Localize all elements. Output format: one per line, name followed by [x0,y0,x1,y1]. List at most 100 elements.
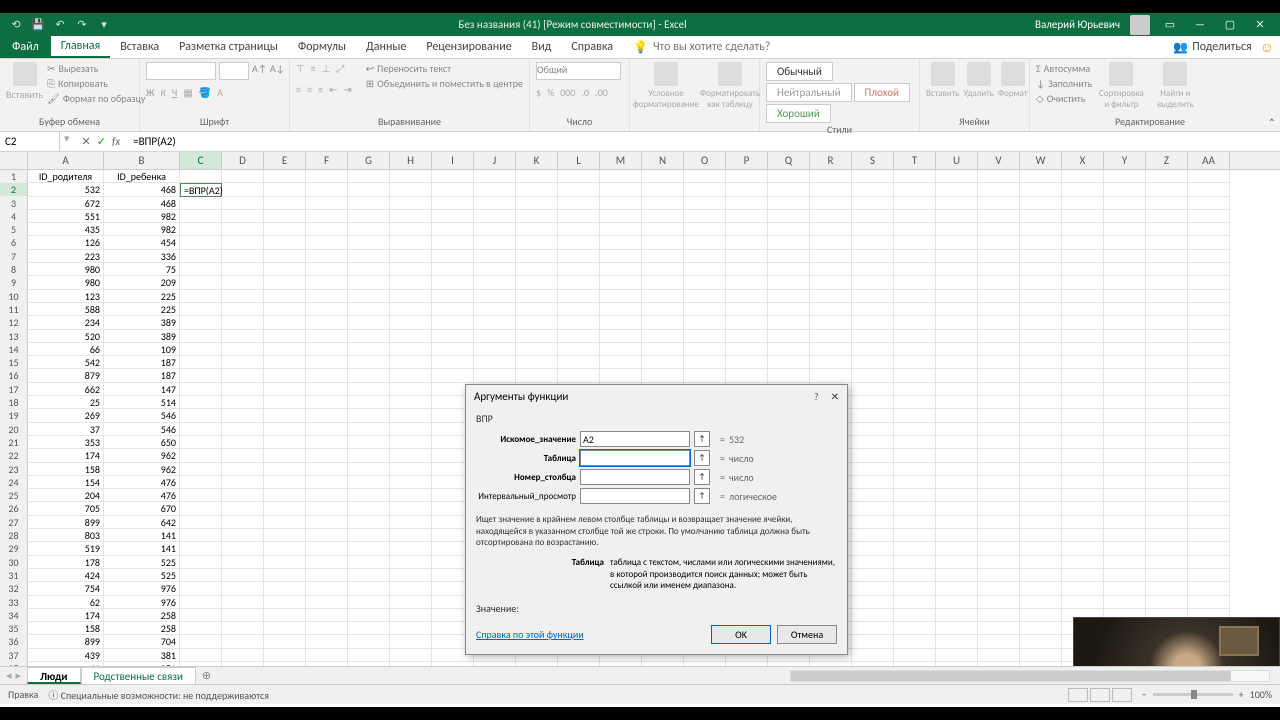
cell-B13[interactable]: 389 [104,330,180,343]
cell-B25[interactable]: 476 [104,489,180,502]
row-header-25[interactable]: 25 [0,489,28,502]
cell-A20[interactable]: 37 [28,423,104,436]
cell-A14[interactable]: 66 [28,343,104,356]
cell-A31[interactable]: 424 [28,569,104,582]
row-header-14[interactable]: 14 [0,343,28,356]
cell-A21[interactable]: 353 [28,436,104,449]
row-header-36[interactable]: 36 [0,635,28,648]
feedback-icon[interactable]: ☺ [1260,39,1274,56]
row-header-13[interactable]: 13 [0,330,28,343]
cell-A35[interactable]: 158 [28,622,104,635]
sheet-nav-next-icon[interactable]: ▸ [16,669,22,682]
format-as-table-button[interactable]: Форматировать как таблицу [700,62,760,110]
row-header-21[interactable]: 21 [0,436,28,449]
minimize-icon[interactable]: — [1190,15,1210,35]
orientation-icon[interactable]: ⤢ [336,62,344,75]
cell-A4[interactable]: 551 [28,210,104,223]
col-header-K[interactable]: K [516,152,558,169]
cell-B9[interactable]: 209 [104,276,180,289]
col-header-S[interactable]: S [852,152,894,169]
horizontal-scrollbar[interactable] [790,670,1270,682]
qat-more-icon[interactable]: ▾ [98,19,110,31]
col-header-B[interactable]: B [104,152,180,169]
row-header-3[interactable]: 3 [0,197,28,210]
col-header-E[interactable]: E [264,152,306,169]
row-header-31[interactable]: 31 [0,569,28,582]
cell-B31[interactable]: 525 [104,569,180,582]
view-page-layout-icon[interactable] [1090,688,1110,702]
style-normal[interactable]: Обычный [766,62,833,81]
tab-help[interactable]: Справка [561,36,623,58]
autosave-icon[interactable]: ⟲ [10,19,22,31]
cell-B16[interactable]: 187 [104,369,180,382]
undo-icon[interactable]: ↶ [54,19,66,31]
row-header-16[interactable]: 16 [0,369,28,382]
cell-B34[interactable]: 258 [104,609,180,622]
cell-A32[interactable]: 754 [28,582,104,595]
cell-B2[interactable]: 468 [104,183,180,196]
view-normal-icon[interactable] [1068,688,1088,702]
cell-C2-editing[interactable]: =ВПР(A2) [180,183,222,196]
cell-A10[interactable]: 123 [28,290,104,303]
fill-color-button[interactable]: 🪣 [199,86,211,99]
align-top-icon[interactable]: ⊤ [296,62,305,75]
zoom-slider[interactable] [1153,693,1233,696]
row-header-15[interactable]: 15 [0,356,28,369]
grow-font-icon[interactable]: A↑ [252,62,267,80]
col-header-N[interactable]: N [642,152,684,169]
format-cells-button[interactable]: Формат [998,62,1028,99]
row-header-26[interactable]: 26 [0,502,28,515]
fill-button[interactable]: ↓ Заполнить [1036,77,1092,90]
cell-A29[interactable]: 519 [28,542,104,555]
cell-A23[interactable]: 158 [28,463,104,476]
cell-A33[interactable]: 62 [28,596,104,609]
zoom-level[interactable]: 100% [1250,688,1272,701]
select-all-corner[interactable] [0,152,28,169]
row-header-19[interactable]: 19 [0,409,28,422]
ribbon-options-icon[interactable]: ▭ [1160,15,1180,35]
indent-inc-icon[interactable]: ⇥ [343,83,351,96]
cell-A24[interactable]: 154 [28,476,104,489]
ok-button[interactable]: OK [711,625,771,644]
cell-A16[interactable]: 879 [28,369,104,382]
style-bad[interactable]: Плохой [854,83,910,102]
cell-B17[interactable]: 147 [104,383,180,396]
range-lookup-input[interactable] [580,488,690,504]
shrink-font-icon[interactable]: A↓ [270,62,285,80]
sheet-tab-people[interactable]: Люди [27,667,80,684]
align-right-icon[interactable]: ≡ [318,83,323,96]
tab-layout[interactable]: Разметка страницы [169,36,288,58]
number-format-selector[interactable]: Общий [536,62,621,80]
cell-B23[interactable]: 962 [104,463,180,476]
add-sheet-icon[interactable]: ⊕ [196,669,217,682]
cell-B3[interactable]: 468 [104,197,180,210]
sheet-nav-prev-icon[interactable]: ◂ [6,669,12,682]
col-header-L[interactable]: L [558,152,600,169]
avatar[interactable] [1130,15,1150,35]
fx-icon[interactable]: fx [112,135,120,148]
cut-button[interactable]: ✂ Вырезать [47,62,145,75]
col-header-U[interactable]: U [936,152,978,169]
row-header-1[interactable]: 1 [0,170,28,183]
cell-A9[interactable]: 980 [28,276,104,289]
collapse-dialog-icon[interactable]: ↑ [694,450,710,466]
dialog-help-icon[interactable]: ? [814,390,819,403]
cell-B7[interactable]: 336 [104,250,180,263]
font-color-button[interactable]: A [217,86,223,99]
col-header-Q[interactable]: Q [768,152,810,169]
row-header-9[interactable]: 9 [0,276,28,289]
collapse-dialog-icon[interactable]: ↑ [694,469,710,485]
bold-button[interactable]: Ж [146,86,154,99]
cell-A27[interactable]: 899 [28,516,104,529]
cell-A2[interactable]: 532 [28,183,104,196]
row-header-4[interactable]: 4 [0,210,28,223]
find-select-button[interactable]: Найти и выделить [1150,62,1200,110]
row-header-37[interactable]: 37 [0,649,28,662]
sort-filter-button[interactable]: Сортировка и фильтр [1096,62,1146,110]
save-icon[interactable]: 💾 [32,19,44,31]
align-middle-icon[interactable]: ≡ [311,62,316,75]
cell-A36[interactable]: 899 [28,635,104,648]
cell-A8[interactable]: 980 [28,263,104,276]
collapse-dialog-icon[interactable]: ↑ [694,431,710,447]
col-header-D[interactable]: D [222,152,264,169]
